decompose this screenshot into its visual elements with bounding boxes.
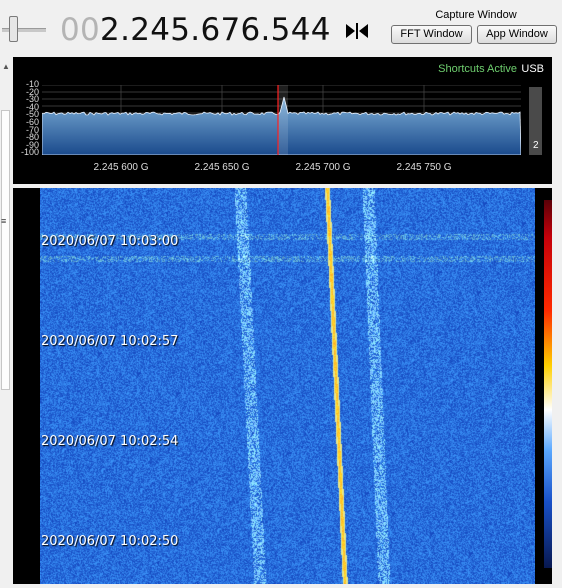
frequency-value[interactable]: 2.245.676.544 (100, 12, 331, 48)
bowtie-icon[interactable] (344, 22, 370, 40)
volume-slider-thumb[interactable] (9, 16, 18, 42)
waterfall-timestamp: 2020/06/07 10:03:00 (41, 234, 179, 249)
top-bar: 002.245.676.544 Capture Window FFT Windo… (0, 0, 562, 58)
y-tick-label: -100 (20, 147, 39, 158)
app-window-button[interactable]: App Window (477, 25, 557, 44)
frequency-leading-digits[interactable]: 00 (60, 12, 100, 48)
spectrum-x-axis: 2.245 600 G 2.245 650 G 2.245 700 G 2.24… (42, 162, 521, 176)
menu-icon[interactable]: ≡ (1, 216, 6, 226)
level-value: 2 (533, 140, 539, 151)
waterfall-colorbar (544, 200, 552, 568)
spectrum-y-axis: -10 -20 -30 -40 -50 -60 -70 -80 -90 -100 (13, 80, 41, 158)
bottom-edge (13, 584, 562, 588)
right-edge (552, 188, 562, 584)
scroll-up-icon[interactable]: ▲ (2, 62, 10, 71)
scrollbar-thumb[interactable] (1, 110, 10, 390)
waterfall-timestamp: 2020/06/07 10:02:54 (41, 434, 179, 449)
waterfall-timestamp: 2020/06/07 10:02:57 (41, 334, 179, 349)
x-tick-label: 2.245 600 G (93, 162, 149, 173)
demod-mode: USB (521, 63, 544, 75)
spectrum-panel[interactable]: Shortcuts Active USB -10 -20 -30 -40 -50 -60-… (13, 57, 552, 184)
frequency-display[interactable]: 002.245.676.544 (60, 10, 331, 50)
capture-window-label: Capture Window (435, 9, 517, 21)
spectrum-plot[interactable] (42, 85, 521, 155)
x-tick-label: 2.245 650 G (194, 162, 250, 173)
waterfall-panel[interactable]: 2020/06/07 10:03:00 2020/06/07 10:02:57 … (13, 188, 552, 584)
x-tick-label: 2.245 700 G (295, 162, 351, 173)
signal-highlight (278, 85, 288, 155)
shortcuts-status: Shortcuts Active (438, 63, 517, 75)
x-tick-label: 2.245 750 G (396, 162, 452, 173)
left-scroll-strip: ▲ ≡ (0, 58, 13, 588)
waterfall-timestamp: 2020/06/07 10:02:50 (41, 534, 179, 549)
fft-window-button[interactable]: FFT Window (391, 25, 472, 44)
